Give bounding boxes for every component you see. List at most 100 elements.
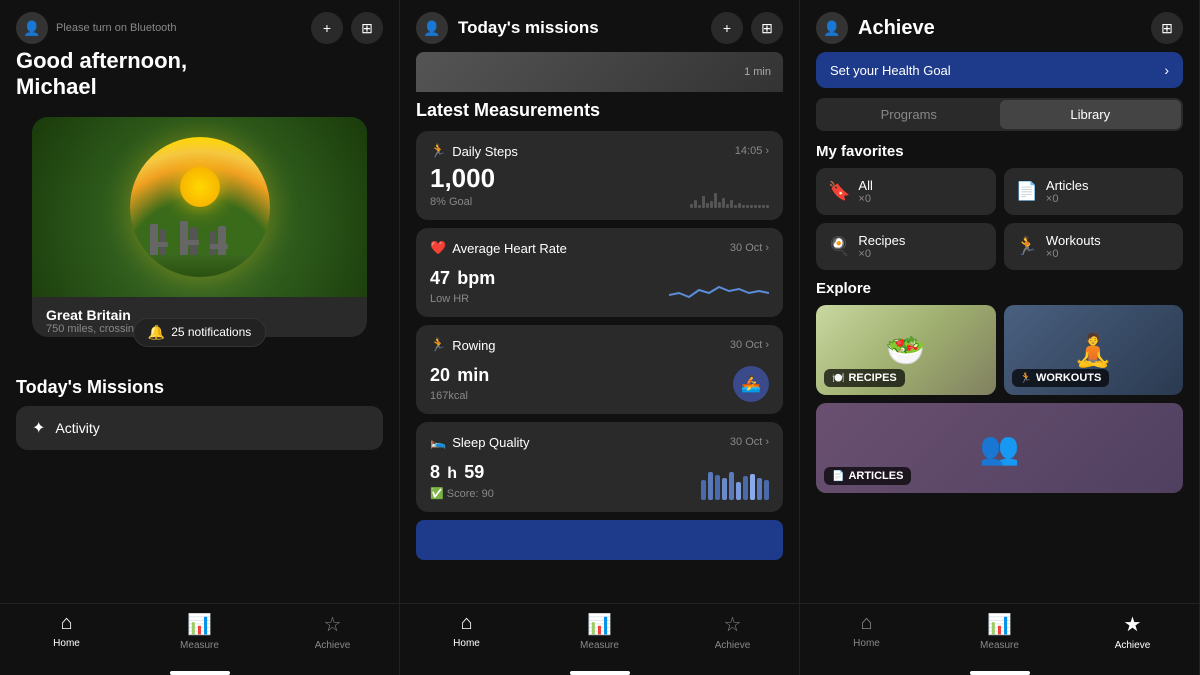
bookmark-icon: 🔖 [828, 181, 850, 202]
health-goal-text: Set your Health Goal [830, 63, 951, 78]
home-indicator-3 [970, 671, 1030, 675]
rowing-icon: 🏃 [430, 337, 446, 353]
measure-label-3: Measure [980, 640, 1019, 651]
fav-workouts-count: ×0 [1046, 248, 1101, 260]
fav-articles[interactable]: 📄 Articles ×0 [1004, 168, 1184, 215]
health-goal-banner[interactable]: Set your Health Goal › [816, 52, 1183, 88]
sleep-name: 🛌 Sleep Quality [430, 434, 530, 450]
rowing-header: 🏃 Rowing 30 Oct › [430, 337, 769, 353]
header-actions: + ⊞ [311, 12, 383, 44]
explore-workouts[interactable]: 🧘 🏃 WORKOUTS [1004, 305, 1184, 395]
nav-achieve-2[interactable]: ☆ Achieve [666, 612, 799, 651]
missions-scroll: 1 min Latest Measurements 🏃 Daily Steps … [400, 52, 799, 603]
nav-measure[interactable]: 📊 Measure [133, 612, 266, 651]
user-info: 👤 Please turn on Bluetooth Good afternoo… [16, 12, 187, 101]
measure-icon-2: 📊 [587, 612, 612, 637]
measurements-title: Latest Measurements [416, 100, 783, 121]
workouts-person-icon: 🧘 [1073, 331, 1113, 369]
fav-all-name: All [858, 178, 872, 193]
fav-workouts[interactable]: 🏃 Workouts ×0 [1004, 223, 1184, 270]
notifications-badge[interactable]: 🔔 25 notifications [133, 318, 267, 347]
challenge-image [32, 117, 367, 297]
fav-articles-count: ×0 [1046, 193, 1089, 205]
sleep-row: 8 h 59 ✅ Score: 90 [430, 454, 769, 500]
favorites-grid: 🔖 All ×0 📄 Articles ×0 🍳 R [816, 168, 1183, 270]
fav-recipes-count: ×0 [858, 248, 905, 260]
nav-achieve-3[interactable]: ★ Achieve [1066, 612, 1199, 651]
steps-card[interactable]: 🏃 Daily Steps 14:05 › 1,000 8% Goal [416, 131, 783, 220]
fav-recipes-name: Recipes [858, 233, 905, 248]
fav-recipes[interactable]: 🍳 Recipes ×0 [816, 223, 996, 270]
sleep-icon: 🛌 [430, 434, 446, 450]
sun-illustration [180, 167, 220, 207]
nav-home[interactable]: ⌂ Home [0, 612, 133, 651]
measure-icon-3: 📊 [987, 612, 1012, 637]
home-indicator-2 [570, 671, 630, 675]
sleep-header: 🛌 Sleep Quality 30 Oct › [430, 434, 769, 450]
home-icon-2: ⌂ [460, 612, 472, 635]
heartrate-row: 47 bpm Low HR [430, 260, 769, 305]
explore-recipes[interactable]: 🥗 🍽️ RECIPES [816, 305, 996, 395]
explore-articles[interactable]: 👥 📄 ARTICLES [816, 403, 1183, 493]
achieve-label: Achieve [315, 640, 351, 651]
heartrate-card[interactable]: ❤️ Average Heart Rate 30 Oct › 47 bpm [416, 228, 783, 317]
bottom-nav-3: ⌂ Home 📊 Measure ★ Achieve [800, 603, 1199, 667]
nav-achieve[interactable]: ☆ Achieve [266, 612, 399, 651]
achieve-settings-btn[interactable]: ⊞ [1151, 12, 1183, 44]
sleep-value: 8 h 59 [430, 454, 494, 485]
nav-measure-2[interactable]: 📊 Measure [533, 612, 666, 651]
recipes-label: 🍽️ RECIPES [824, 369, 905, 387]
home-label-2: Home [453, 638, 480, 649]
nav-home-3[interactable]: ⌂ Home [800, 612, 933, 651]
home-indicator [170, 671, 230, 675]
heartrate-sub: Low HR [430, 293, 495, 305]
steps-icon: 🏃 [430, 143, 446, 159]
explore-grid-top: 🥗 🍽️ RECIPES 🧘 🏃 WORKOUTS [816, 305, 1183, 395]
articles-label-icon: 📄 [832, 471, 844, 482]
settings-button[interactable]: ⊞ [351, 12, 383, 44]
challenge-card[interactable]: Great Britain 750 miles, crossing Great … [32, 117, 367, 337]
teaser-image: 1 min [416, 52, 783, 92]
rowing-value: 20 min [430, 357, 489, 388]
home-icon: ⌂ [60, 612, 72, 635]
tab-library[interactable]: Library [1000, 100, 1182, 129]
workouts-fav-icon: 🏃 [1016, 236, 1038, 257]
heartrate-chart [669, 275, 769, 305]
avatar-row: 👤 Please turn on Bluetooth [16, 12, 187, 44]
rowing-card[interactable]: 🏃 Rowing 30 Oct › 20 min 167kcal [416, 325, 783, 414]
activity-icon: ✦ [32, 418, 45, 438]
rowing-date: 30 Oct › [730, 339, 769, 351]
add-button-2[interactable]: + [711, 12, 743, 44]
home-label: Home [53, 638, 80, 649]
fav-workouts-name: Workouts [1046, 233, 1101, 248]
heartrate-icon: ❤️ [430, 240, 446, 256]
steps-row: 1,000 8% Goal [430, 163, 769, 208]
tab-programs[interactable]: Programs [818, 100, 1000, 129]
add-button[interactable]: + [311, 12, 343, 44]
explore-title: Explore [816, 280, 1183, 297]
steps-date: 14:05 › [735, 145, 769, 157]
avatar: 👤 [16, 12, 48, 44]
achieve-label-2: Achieve [715, 640, 751, 651]
mission-label: Activity [55, 420, 99, 436]
home-label-3: Home [853, 638, 880, 649]
recipes-label-icon: 🍽️ [832, 373, 844, 384]
missions-section: Today's Missions ✦ Activity [0, 361, 399, 458]
fav-all[interactable]: 🔖 All ×0 [816, 168, 996, 215]
nav-home-2[interactable]: ⌂ Home [400, 612, 533, 651]
greeting-text: Good afternoon, Michael [16, 48, 187, 101]
settings-button-2[interactable]: ⊞ [751, 12, 783, 44]
achieve-title: Achieve [858, 17, 935, 40]
workouts-label-icon: 🏃 [1020, 373, 1032, 384]
heartrate-name: ❤️ Average Heart Rate [430, 240, 567, 256]
home-scroll: Great Britain 750 miles, crossing Great … [0, 109, 399, 603]
heartrate-header: ❤️ Average Heart Rate 30 Oct › [430, 240, 769, 256]
recipes-food-icon: 🥗 [886, 331, 926, 369]
steps-value: 1,000 [430, 163, 495, 194]
sleep-sub: ✅ Score: 90 [430, 487, 494, 500]
articles-fav-icon: 📄 [1016, 181, 1038, 202]
favorites-title: My favorites [816, 143, 1183, 160]
mission-card[interactable]: ✦ Activity [16, 406, 383, 450]
nav-measure-3[interactable]: 📊 Measure [933, 612, 1066, 651]
sleep-card[interactable]: 🛌 Sleep Quality 30 Oct › 8 h 59 [416, 422, 783, 512]
